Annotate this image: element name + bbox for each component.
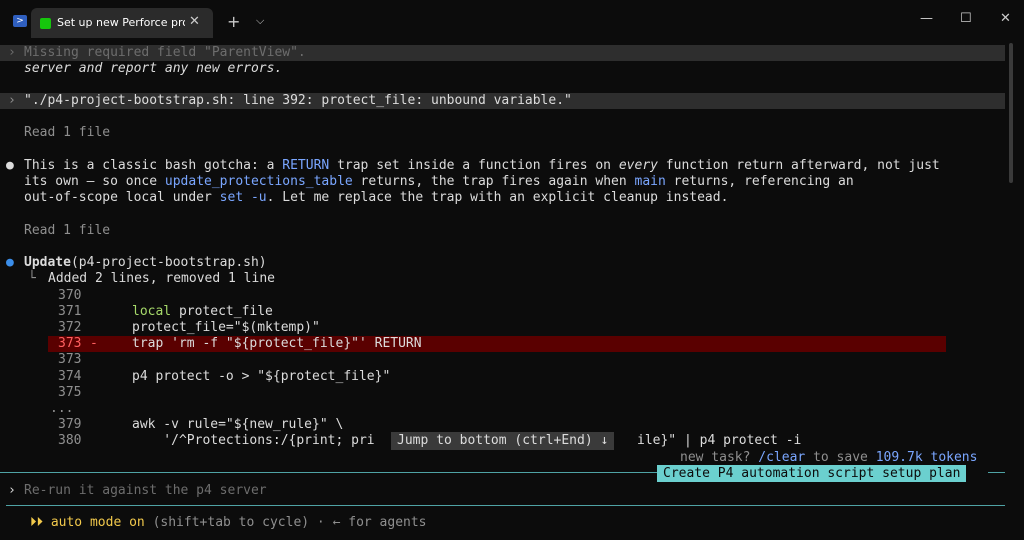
diff-code: ile}" | p4 protect -i <box>637 433 802 448</box>
line-number: 379 <box>58 417 82 432</box>
input-prompt-icon: › <box>8 483 16 498</box>
tab-title: Set up new Perforce proje <box>57 16 185 29</box>
bullet-icon: ● <box>6 255 14 270</box>
line-number: 373 <box>58 352 82 367</box>
prior-message-line: Missing required field "ParentView". <box>24 45 306 60</box>
assistant-paragraph-line: This is a classic bash gotcha: a RETURN … <box>24 158 940 173</box>
user-message: "./p4-project-bootstrap.sh: line 392: pr… <box>24 93 572 108</box>
diff-summary: Added 2 lines, removed 1 line <box>48 271 275 286</box>
divider <box>988 472 1005 473</box>
prompt-icon: › <box>8 45 16 60</box>
line-number: 372 <box>58 320 82 335</box>
token-hint: new task? /clear to save 109.7k tokens <box>680 450 978 465</box>
line-number: 375 <box>58 385 82 400</box>
diff-code: p4 protect -o > "${protect_file}" <box>132 369 391 384</box>
divider <box>0 472 657 473</box>
diff-code: '/^Protections:/{print; pri <box>132 433 375 448</box>
prompt-icon: › <box>8 93 16 108</box>
minimize-button[interactable]: — <box>920 11 933 26</box>
mode-status[interactable]: ⏵⏵ auto mode on (shift+tab to cycle) · ←… <box>30 515 427 531</box>
tab-status-icon <box>40 18 51 29</box>
scrollbar[interactable] <box>1009 43 1013 183</box>
assistant-paragraph-line: out-of-scope local under set -u. Let me … <box>24 190 729 205</box>
assistant-paragraph-line: its own — so once update_protections_tab… <box>24 174 854 189</box>
line-number: 373 <box>58 336 82 351</box>
diff-code: protect_file="$(mktemp)" <box>132 320 320 335</box>
new-tab-button[interactable]: + <box>227 12 240 31</box>
terminal-pane[interactable]: › Missing required field "ParentView". s… <box>0 43 1024 540</box>
prompt-input[interactable]: Re-run it against the p4 server <box>24 483 984 499</box>
tab-close-icon[interactable]: ✕ <box>189 14 200 29</box>
title-bar: > Set up new Perforce proje ✕ + ⌵ — ☐ ✕ <box>0 0 1024 43</box>
prior-message-line: server and report any new errors. <box>24 61 283 76</box>
divider <box>6 505 1005 506</box>
diff-code: awk -v rule="${new_rule}" \ <box>132 417 344 432</box>
bullet-icon: ● <box>6 158 14 173</box>
diff-code-removed: trap 'rm -f "${protect_file}"' RETURN <box>132 336 422 351</box>
diff-marker: - <box>90 336 98 351</box>
line-number: 380 <box>58 433 82 448</box>
tab-terminal[interactable]: Set up new Perforce proje ✕ <box>31 8 213 38</box>
diff-ellipsis: ... <box>50 401 74 416</box>
update-header: Update(p4-project-bootstrap.sh) <box>24 255 267 270</box>
plan-title-badge: Create P4 automation script setup plan <box>657 465 967 482</box>
close-window-button[interactable]: ✕ <box>1000 11 1011 26</box>
jump-to-bottom-button[interactable]: Jump to bottom (ctrl+End) ↓ <box>391 432 615 450</box>
chevron-down-icon[interactable]: ⌵ <box>256 14 264 28</box>
maximize-button[interactable]: ☐ <box>960 11 972 26</box>
line-number: 370 <box>58 288 82 303</box>
line-number: 371 <box>58 304 82 319</box>
tree-branch-icon: └ <box>28 271 36 286</box>
powershell-icon[interactable]: > <box>13 15 27 27</box>
fast-forward-icon: ⏵⏵ <box>30 515 43 530</box>
tool-read-line: Read 1 file <box>24 125 111 140</box>
line-number: 374 <box>58 369 82 384</box>
diff-code: local protect_file <box>132 304 273 319</box>
tool-read-line: Read 1 file <box>24 223 111 238</box>
